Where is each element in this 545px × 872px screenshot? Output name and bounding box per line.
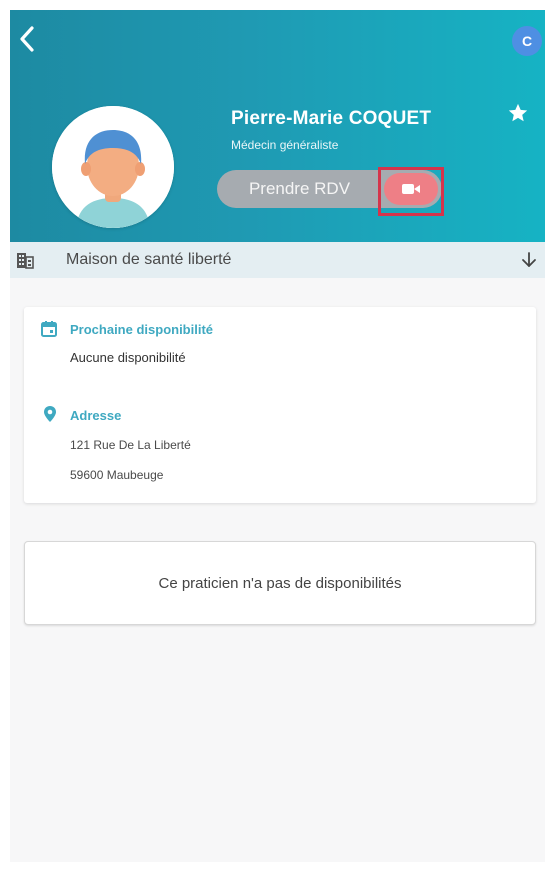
star-icon: [508, 103, 528, 122]
avatar: [52, 106, 174, 228]
building-icon: [17, 253, 34, 269]
doctor-profile-screen: C Pierre-Marie COQUET Médecin généralist…: [10, 10, 545, 862]
map-pin-icon: [44, 406, 56, 422]
calendar-icon: [41, 321, 57, 337]
no-availability-message: Ce praticien n'a pas de disponibilités: [158, 574, 402, 592]
favorite-button[interactable]: [505, 100, 531, 126]
clinic-name: Maison de santé liberté: [66, 251, 232, 268]
next-availability-value: Aucune disponibilité: [70, 350, 186, 365]
chevron-left-icon: [20, 26, 34, 52]
user-avatar-icon: [52, 106, 174, 228]
book-appointment-button[interactable]: Prendre RDV: [217, 170, 382, 208]
user-initial: C: [521, 33, 533, 49]
doctor-specialty: Médecin généraliste: [231, 138, 339, 152]
next-availability-title: Prochaine disponibilité: [70, 322, 214, 337]
info-card: Prochaine disponibilité Aucune disponibi…: [24, 307, 536, 503]
user-badge[interactable]: C: [512, 26, 542, 56]
back-button[interactable]: [12, 22, 42, 56]
no-availability-box: Ce praticien n'a pas de disponibilités: [24, 541, 536, 625]
address-line-1: 121 Rue De La Liberté: [70, 438, 191, 452]
doctor-name: Pierre-Marie COQUET: [231, 108, 432, 129]
clinic-selector[interactable]: Maison de santé liberté: [10, 242, 545, 278]
video-camera-icon: [402, 184, 420, 194]
arrow-down-icon: [522, 252, 536, 267]
profile-header: C Pierre-Marie COQUET Médecin généralist…: [10, 10, 545, 242]
video-consultation-button[interactable]: [384, 173, 438, 205]
address-line-2: 59600 Maubeuge: [70, 468, 164, 482]
address-title: Adresse: [70, 408, 122, 423]
